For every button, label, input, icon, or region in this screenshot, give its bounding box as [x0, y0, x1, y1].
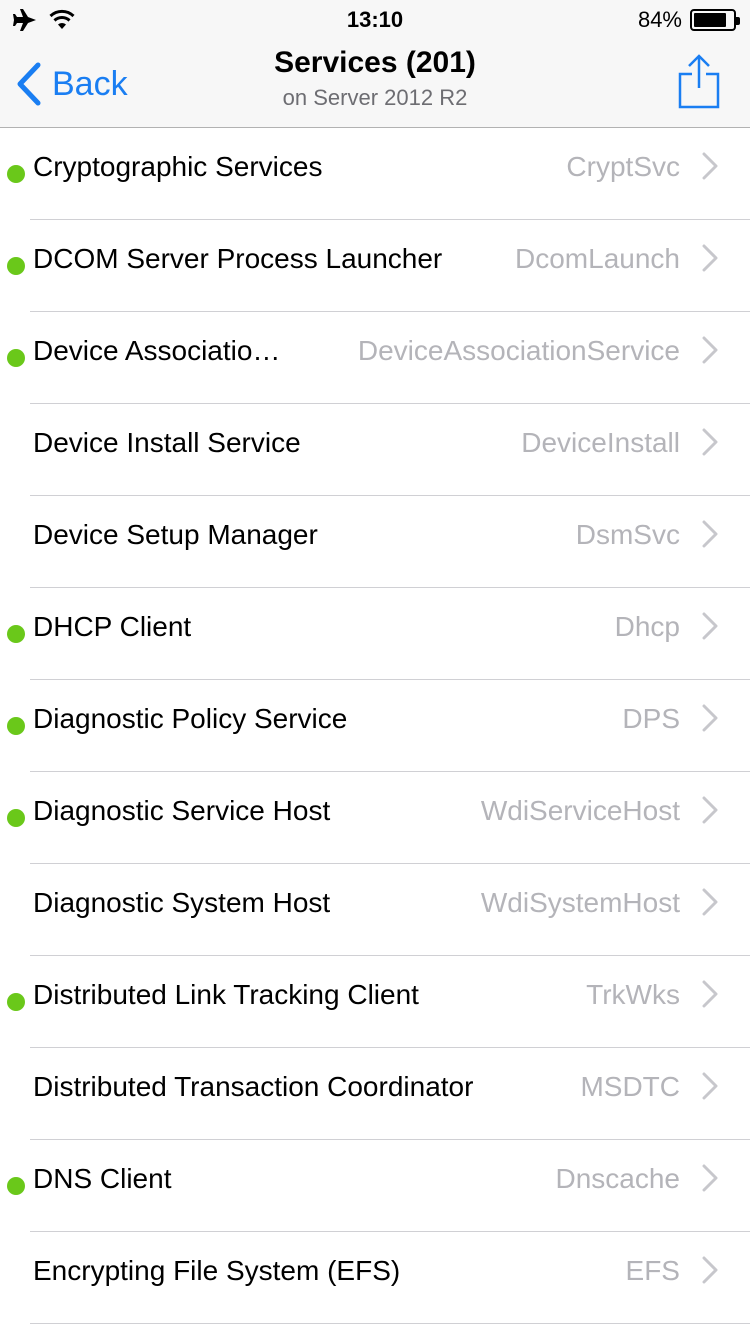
chevron-right-icon	[702, 888, 718, 916]
service-row[interactable]: Cryptographic Services CryptSvc	[0, 128, 750, 220]
service-name: WdiSystemHost	[480, 887, 680, 918]
service-name: CryptSvc	[566, 151, 680, 182]
chevron-right-icon	[702, 336, 718, 364]
service-name: DeviceInstall	[521, 427, 680, 458]
service-row[interactable]: Diagnostic Service Host WdiServiceHost	[0, 772, 750, 864]
status-right: 84%	[637, 6, 740, 34]
running-status-dot	[7, 1177, 25, 1195]
service-name: MSDTC	[580, 1071, 680, 1102]
service-name: DsmSvc	[575, 519, 680, 550]
service-row[interactable]: DCOM Server Process Launcher DcomLaunch	[0, 220, 750, 312]
service-row[interactable]: Diagnostic System Host WdiSystemHost	[0, 864, 750, 956]
service-display-name: Device Install Service	[33, 427, 301, 458]
chevron-right-icon	[702, 1164, 718, 1192]
service-list: Cryptographic Services CryptSvc DCOM Serve…	[0, 128, 750, 1324]
chevron-right-icon	[702, 428, 718, 456]
service-display-name: Distributed Transaction Coordinator	[33, 1071, 474, 1102]
service-row[interactable]: Device Install Service DeviceInstall	[0, 404, 750, 496]
service-display-name: Distributed Link Tracking Client	[33, 979, 419, 1010]
chevron-right-icon	[702, 244, 718, 272]
service-name: TrkWks	[586, 979, 680, 1010]
service-display-name: Diagnostic Service Host	[33, 795, 331, 826]
chevron-right-icon	[702, 1072, 718, 1100]
service-display-name: Diagnostic System Host	[33, 887, 331, 918]
chevron-right-icon	[702, 980, 718, 1008]
running-status-dot	[7, 993, 25, 1011]
service-row[interactable]: Device Setup Manager DsmSvc	[0, 496, 750, 588]
service-display-name: DHCP Client	[33, 611, 192, 642]
share-icon[interactable]	[676, 54, 722, 110]
service-row[interactable]: Encrypting File System (EFS) EFS	[0, 1232, 750, 1324]
service-display-name: Cryptographic Services	[33, 151, 323, 182]
service-display-name: DNS Client	[33, 1163, 172, 1194]
service-row[interactable]: Distributed Transaction Coordinator MSDTC	[0, 1048, 750, 1140]
running-status-dot	[7, 257, 25, 275]
service-row[interactable]: DHCP Client Dhcp	[0, 588, 750, 680]
battery-tip	[736, 17, 740, 25]
navigation-bar: Back Services (201) on Server 2012 R2	[0, 40, 750, 128]
chevron-right-icon	[702, 796, 718, 824]
service-row[interactable]: DNS Client Dnscache	[0, 1140, 750, 1232]
running-status-dot	[7, 165, 25, 183]
running-status-dot	[7, 349, 25, 367]
service-row[interactable]: Device Associatio… DeviceAssociationServi…	[0, 312, 750, 404]
chevron-right-icon	[702, 1256, 718, 1284]
service-name: DPS	[622, 703, 680, 734]
status-bar: 13:10 84%	[0, 0, 750, 40]
battery-fill	[694, 13, 726, 27]
service-name: WdiServiceHost	[480, 795, 680, 826]
service-row[interactable]: Diagnostic Policy Service DPS	[0, 680, 750, 772]
service-display-name: DCOM Server Process Launcher	[33, 243, 443, 274]
service-name: EFS	[625, 1255, 680, 1286]
battery-icon	[690, 9, 740, 31]
service-display-name: Encrypting File System (EFS)	[33, 1255, 401, 1286]
service-name: Dhcp	[614, 611, 680, 642]
chevron-right-icon	[702, 152, 718, 180]
running-status-dot	[7, 625, 25, 643]
service-display-name: Device Associatio…	[33, 335, 281, 366]
service-name: DcomLaunch	[515, 243, 680, 274]
running-status-dot	[7, 717, 25, 735]
row-separator	[30, 1323, 750, 1324]
page-subtitle: on Server 2012 R2	[282, 85, 468, 110]
battery-percent: 84%	[637, 7, 682, 32]
service-row[interactable]: Distributed Link Tracking Client TrkWks	[0, 956, 750, 1048]
service-name: DeviceAssociationService	[357, 335, 680, 366]
chevron-right-icon	[702, 520, 718, 548]
service-name: Dnscache	[555, 1163, 680, 1194]
running-status-dot	[7, 809, 25, 827]
chevron-right-icon	[702, 612, 718, 640]
chevron-right-icon	[702, 704, 718, 732]
service-display-name: Diagnostic Policy Service	[33, 703, 348, 734]
service-display-name: Device Setup Manager	[33, 519, 318, 550]
page-title: Services (201)	[274, 46, 476, 79]
